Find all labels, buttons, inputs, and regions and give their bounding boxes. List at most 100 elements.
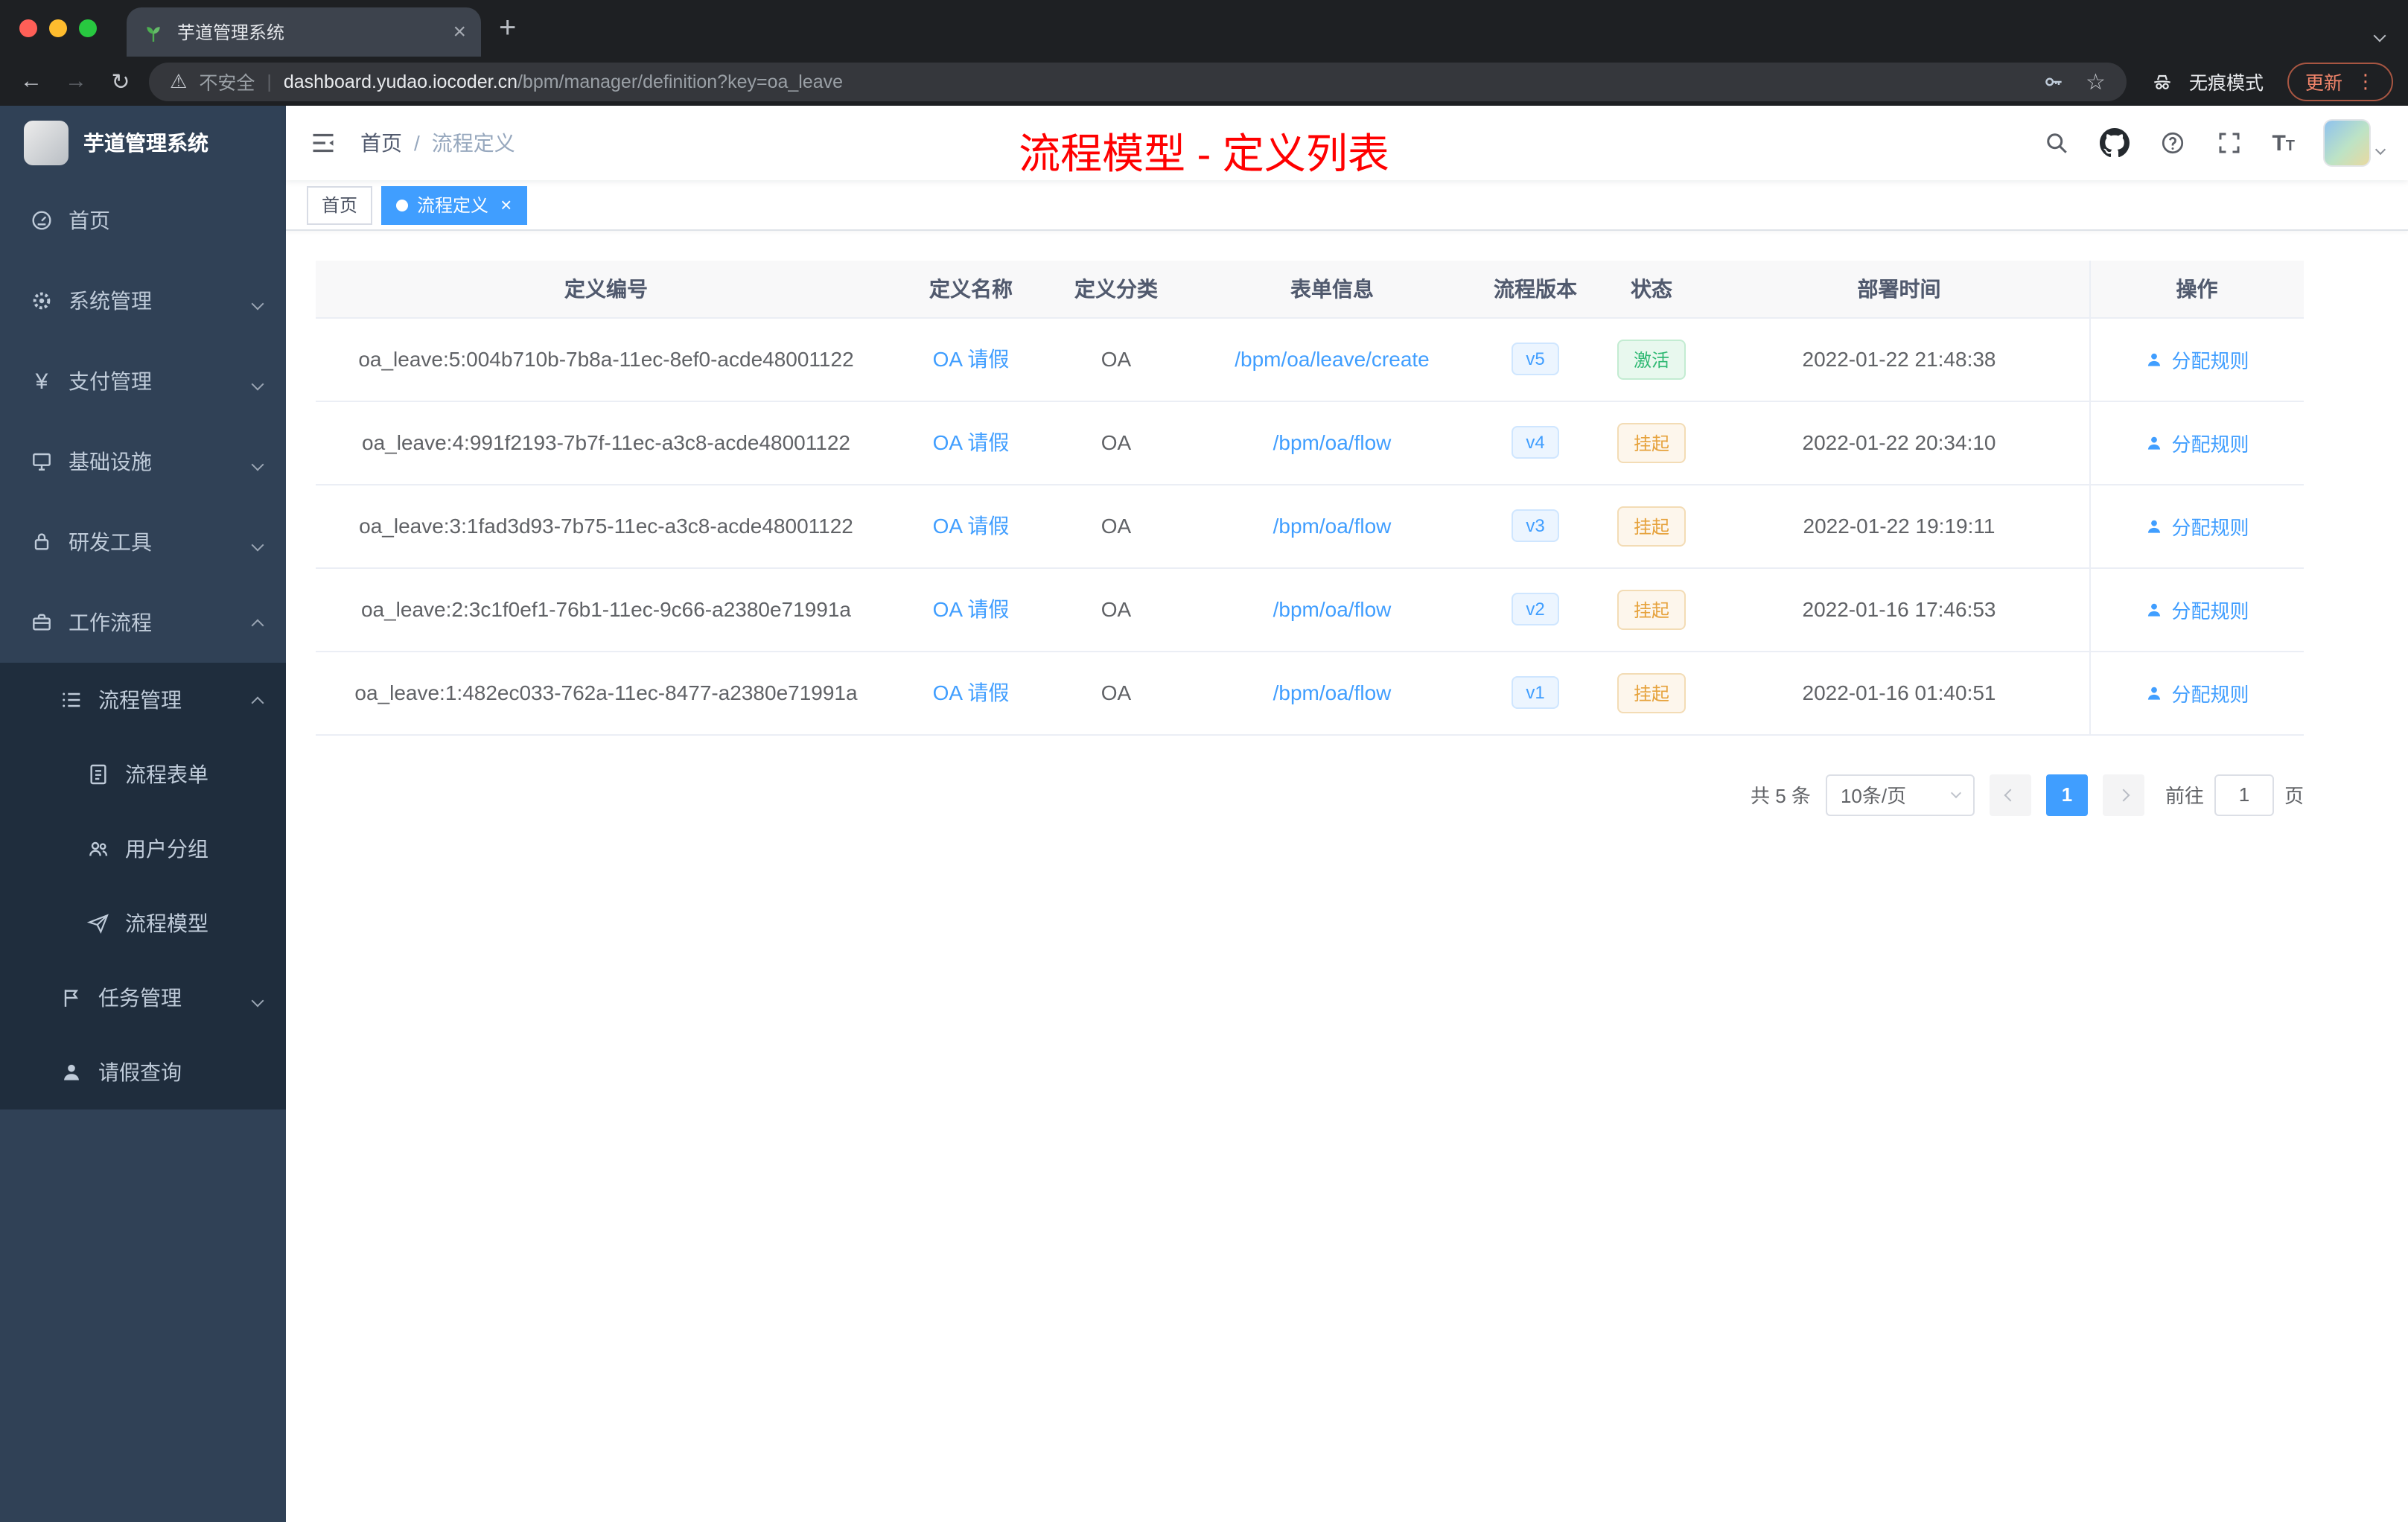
page-size-select[interactable]: 10条/页 [1825,774,1975,815]
sidebar-item-process-management[interactable]: 流程管理 [0,663,286,737]
sidebar-toggle-button[interactable] [286,130,360,156]
cell-deploy-time: 2022-01-22 19:19:11 [1710,484,2089,568]
app-root: 芋道管理系统 首页 系统管理 ¥ 支付管理 基础设施 研发工具 工作流程 流程管… [0,106,2408,1522]
sidebar-item-process-model[interactable]: 流程模型 [0,886,286,961]
update-button[interactable]: 更新 ⋮ [2287,62,2393,101]
form-link[interactable]: /bpm/oa/flow [1273,681,1392,704]
new-tab-button[interactable]: + [499,13,516,43]
definition-name-link[interactable]: OA 请假 [933,514,1010,538]
assign-rule-button[interactable]: 分配规则 [2144,678,2249,707]
menu-label: 支付管理 [69,369,152,393]
goto-label: 前往 [2165,785,2204,807]
sidebar-item-infrastructure[interactable]: 基础设施 [0,421,286,502]
assign-rule-button[interactable]: 分配规则 [2144,512,2249,540]
cell-deploy-time: 2022-01-22 21:48:38 [1710,317,2089,401]
tab-close-icon[interactable]: × [453,21,466,43]
definition-table: 定义编号 定义名称 定义分类 表单信息 流程版本 状态 部署时间 操作 oa_l… [316,261,2304,735]
page-unit-label: 页 [2284,785,2304,807]
window-close-button[interactable] [19,19,37,37]
list-icon [60,688,83,712]
user-icon [2148,436,2161,449]
assign-rule-button[interactable]: 分配规则 [2144,428,2249,456]
prev-page-button[interactable] [1989,774,2031,815]
definition-name-link[interactable]: OA 请假 [933,347,1010,371]
users-icon [86,837,110,861]
next-page-button[interactable] [2102,774,2144,815]
tag-label: 流程定义 [417,195,489,216]
flag-icon [60,986,83,1010]
browser-toolbar: ← → ↻ ⚠ 不安全 | dashboard.yudao.iocoder.cn… [0,57,2408,106]
help-icon[interactable] [2159,130,2185,156]
site-favicon-icon [141,20,165,44]
form-link[interactable]: /bpm/oa/flow [1273,597,1392,621]
form-link[interactable]: /bpm/oa/flow [1273,514,1392,538]
sidebar-item-task-management[interactable]: 任务管理 [0,961,286,1035]
avatar[interactable] [2325,121,2369,165]
chevron-down-icon [251,986,264,1010]
user-icon [2148,602,2161,616]
forward-button[interactable]: → [60,69,92,94]
main-area: 首页 / 流程定义 TT 流程模型 - 定义列表 首页 流程定义 × 定义编号 … [286,106,2408,1522]
tab-search-chevron-icon[interactable] [2373,21,2386,48]
version-badge: v5 [1511,343,1560,375]
window-zoom-button[interactable] [79,19,97,37]
column-header: 表单信息 [1187,261,1477,318]
window-minimize-button[interactable] [49,19,67,37]
status-badge: 激活 [1617,339,1686,379]
reload-button[interactable]: ↻ [104,68,137,95]
definition-name-link[interactable]: OA 请假 [933,681,1010,704]
github-icon[interactable] [2099,128,2130,158]
tag-process-definition[interactable]: 流程定义 × [381,185,527,224]
menu-label: 任务管理 [98,986,182,1010]
status-badge: 挂起 [1617,422,1686,462]
cell-category: OA [1045,567,1187,652]
cell-category: OA [1045,401,1187,485]
browser-window: 芋道管理系统 × + ← → ↻ ⚠ 不安全 | dashboard.yudao… [0,0,2408,1522]
sidebar-item-workflow[interactable]: 工作流程 [0,582,286,663]
security-label[interactable]: 不安全 [199,67,255,95]
app-logo[interactable]: 芋道管理系统 [0,106,286,180]
font-size-icon[interactable]: TT [2272,130,2295,156]
form-link[interactable]: /bpm/oa/leave/create [1235,347,1430,371]
tag-close-icon[interactable]: × [500,195,512,214]
sidebar-item-payment-management[interactable]: ¥ 支付管理 [0,341,286,421]
search-icon[interactable] [2042,130,2069,156]
cell-category: OA [1045,317,1187,401]
tag-home[interactable]: 首页 [307,185,373,224]
address-bar[interactable]: ⚠ 不安全 | dashboard.yudao.iocoder.cn/bpm/m… [149,62,2127,101]
column-header: 定义分类 [1045,261,1187,318]
chevron-up-icon [251,688,264,712]
page-number-button[interactable]: 1 [2045,774,2088,815]
browser-tab[interactable]: 芋道管理系统 × [127,7,481,57]
form-link[interactable]: /bpm/oa/flow [1273,430,1392,454]
page-url: dashboard.yudao.iocoder.cn/bpm/manager/d… [284,71,843,92]
goto-input[interactable] [2214,774,2274,815]
sidebar-menu: 首页 系统管理 ¥ 支付管理 基础设施 研发工具 工作流程 流程管理 流程表单 … [0,180,286,1109]
fullscreen-icon[interactable] [2215,130,2242,156]
user-menu[interactable] [2325,121,2386,165]
definition-name-link[interactable]: OA 请假 [933,597,1010,621]
assign-rule-button[interactable]: 分配规则 [2144,595,2249,623]
version-badge: v1 [1511,676,1560,709]
chevron-right-icon [2117,788,2130,801]
sidebar-item-dev-tools[interactable]: 研发工具 [0,502,286,582]
assign-rule-button[interactable]: 分配规则 [2144,345,2249,373]
goto-page: 前往 页 [2165,774,2304,815]
sidebar-item-process-form[interactable]: 流程表单 [0,737,286,812]
incognito-badge: 无痕模式 [2147,66,2264,96]
browser-menu-icon[interactable]: ⋮ [2356,69,2375,93]
sidebar-item-system-management[interactable]: 系统管理 [0,261,286,341]
back-button[interactable]: ← [15,69,48,94]
chevron-down-icon [251,450,264,474]
active-dot [396,199,409,211]
sidebar-item-leave-query[interactable]: 请假查询 [0,1035,286,1109]
update-label[interactable]: 更新 [2305,67,2342,95]
bookmark-star-icon[interactable]: ☆ [2086,68,2106,95]
monitor-icon [30,450,54,474]
sidebar-item-home[interactable]: 首页 [0,180,286,261]
sidebar-item-user-group[interactable]: 用户分组 [0,812,286,886]
breadcrumb-home[interactable]: 首页 [360,128,402,158]
definition-name-link[interactable]: OA 请假 [933,430,1010,454]
breadcrumb: 首页 / 流程定义 [360,128,515,158]
password-key-icon[interactable] [2041,69,2065,93]
